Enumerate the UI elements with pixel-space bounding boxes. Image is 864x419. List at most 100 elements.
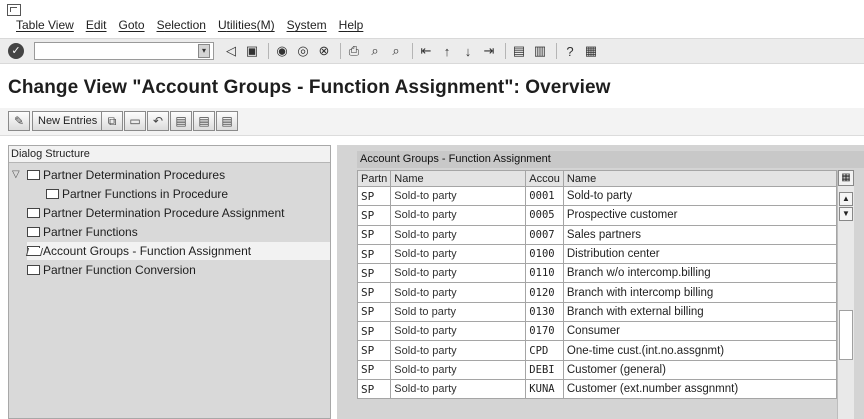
account-group-cell[interactable]: 0130 <box>525 301 564 323</box>
tree-item-partner-functions[interactable]: Partner Functions <box>27 223 138 241</box>
tree-item-account-groups-function-assignment[interactable]: Account Groups - Function Assignment <box>27 242 330 260</box>
table-row[interactable]: SP Sold-to party 0007 Sales partners <box>356 224 838 245</box>
deselect-all-icon[interactable]: ▤ <box>216 111 238 131</box>
account-group-name-cell: Customer (ext.number assgnmnt) <box>562 378 838 400</box>
table-row[interactable]: SP Sold-to party 0120 Branch with interc… <box>356 282 838 303</box>
save-icon[interactable]: ▣ <box>243 42 261 60</box>
table-row[interactable]: SP Sold-to party 0100 Distribution cente… <box>356 243 838 265</box>
account-group-cell[interactable]: 0110 <box>525 263 564 284</box>
enter-icon[interactable]: ✓ <box>8 43 24 59</box>
cancel-icon[interactable]: ⊗ <box>315 42 333 60</box>
find-next-icon[interactable]: ⌕ <box>387 42 405 60</box>
account-group-cell[interactable]: 0170 <box>525 321 564 342</box>
partner-name-cell: Sold-to party <box>390 243 527 265</box>
help-icon[interactable]: ? <box>561 42 579 60</box>
menu-goto[interactable]: Goto <box>119 18 145 32</box>
system-menu-icon[interactable] <box>7 4 21 16</box>
table-row[interactable]: SP Sold-to party 0005 Prospective custom… <box>356 205 838 226</box>
expand-icon[interactable]: ▽ <box>12 166 24 184</box>
tree-item-partner-function-conversion[interactable]: Partner Function Conversion <box>27 261 196 279</box>
last-page-icon[interactable]: ⇥ <box>480 42 498 60</box>
column-header-accou[interactable]: Accou <box>525 170 564 187</box>
next-page-icon[interactable]: ↓ <box>459 42 477 60</box>
dialog-structure-header: Dialog Structure <box>9 146 330 163</box>
back-arrow-icon[interactable]: ◁ <box>222 42 240 60</box>
new-entries-button[interactable]: New Entries <box>32 111 104 131</box>
table-row[interactable]: SP Sold-to party DEBI Customer (general) <box>356 359 838 380</box>
tree-item-partner-functions-in-procedure[interactable]: Partner Functions in Procedure <box>46 185 228 203</box>
account-group-cell[interactable]: KUNA <box>525 378 564 400</box>
table-row[interactable]: SP Sold-to party 0110 Branch w/o interco… <box>356 263 838 284</box>
delete-icon[interactable]: ▭ <box>124 111 146 131</box>
account-group-cell[interactable]: 0001 <box>525 185 564 207</box>
scroll-up-icon[interactable]: ▲ <box>839 192 853 206</box>
undo-change-icon[interactable]: ↶ <box>147 111 169 131</box>
partner-function-cell[interactable]: SP <box>356 301 392 323</box>
scrollbar-thumb[interactable] <box>839 310 853 360</box>
account-group-name-cell: Prospective customer <box>562 205 838 226</box>
display-change-icon[interactable]: ✎ <box>8 111 30 131</box>
column-header-name[interactable]: Name <box>390 170 527 187</box>
column-header-partn[interactable]: Partn <box>356 170 392 187</box>
scroll-down-icon[interactable]: ▼ <box>839 207 853 221</box>
tree-item-label: Partner Determination Procedure Assignme… <box>43 206 285 220</box>
menu-table-view[interactable]: Table View <box>16 18 74 32</box>
copy-as-icon[interactable]: ⧉ <box>101 111 123 131</box>
partner-function-cell[interactable]: SP <box>356 185 392 207</box>
back-icon[interactable]: ◉ <box>273 42 291 60</box>
command-field[interactable] <box>34 42 214 60</box>
account-group-cell[interactable]: 0005 <box>525 205 564 226</box>
menu-system[interactable]: System <box>287 18 327 32</box>
account-group-name-cell: Consumer <box>562 321 838 342</box>
tree-item-partner-determination-procedures[interactable]: ▽ Partner Determination Procedures <box>12 166 225 184</box>
select-block-icon[interactable]: ▤ <box>193 111 215 131</box>
partner-name-cell: Sold-to party <box>390 378 527 400</box>
partner-function-cell[interactable]: SP <box>356 263 392 284</box>
account-group-cell[interactable]: DEBI <box>525 359 564 380</box>
account-group-cell[interactable]: 0120 <box>525 282 564 303</box>
folder-icon <box>27 170 40 180</box>
toolbar-separator <box>556 43 557 59</box>
partner-function-cell[interactable]: SP <box>356 224 392 245</box>
shortcut-icon[interactable]: ▥ <box>531 42 549 60</box>
partner-function-cell[interactable]: SP <box>356 205 392 226</box>
vertical-scrollbar[interactable]: ▦ ▲ ▼ <box>837 170 854 419</box>
layout-icon[interactable]: ▦ <box>582 42 600 60</box>
table-settings-icon[interactable]: ▦ <box>838 170 854 186</box>
partner-function-cell[interactable]: SP <box>356 378 392 400</box>
partner-function-cell[interactable]: SP <box>356 321 392 342</box>
account-group-cell[interactable]: 0100 <box>525 243 564 265</box>
table-row[interactable]: SP Sold-to party KUNA Customer (ext.numb… <box>356 378 838 400</box>
command-history-icon[interactable]: ▾ <box>198 44 210 58</box>
account-group-cell[interactable]: 0007 <box>525 224 564 245</box>
menu-bar: Table View Edit Goto Selection Utilities… <box>0 0 864 36</box>
prev-page-icon[interactable]: ↑ <box>438 42 456 60</box>
table-row[interactable]: SP Sold-to party CPD One-time cust.(int.… <box>356 340 838 361</box>
select-all-icon[interactable]: ▤ <box>170 111 192 131</box>
menu-edit[interactable]: Edit <box>86 18 107 32</box>
first-page-icon[interactable]: ⇤ <box>417 42 435 60</box>
standard-toolbar: ✓ ▾ ◁ ▣ ◉ ◎ ⊗ ⎙ ⌕ ⌕ ⇤ ↑ ↓ ⇥ ▤ ▥ ? ▦ <box>0 38 864 64</box>
account-group-name-cell: Distribution center <box>562 243 838 265</box>
table-row[interactable]: SP Sold-to party 0001 Sold-to party <box>356 185 838 207</box>
table-row[interactable]: SP Sold-to party 0170 Consumer <box>356 321 838 342</box>
new-session-icon[interactable]: ▤ <box>510 42 528 60</box>
partner-function-cell[interactable]: SP <box>356 243 392 265</box>
find-icon[interactable]: ⌕ <box>366 42 384 60</box>
exit-icon[interactable]: ◎ <box>294 42 312 60</box>
menu-selection[interactable]: Selection <box>157 18 206 32</box>
partner-function-cell[interactable]: SP <box>356 359 392 380</box>
partner-function-cell[interactable]: SP <box>356 282 392 303</box>
tree-item-procedure-assignment[interactable]: Partner Determination Procedure Assignme… <box>27 204 284 222</box>
partner-name-cell: Sold-to party <box>390 321 527 342</box>
account-group-cell[interactable]: CPD <box>525 340 564 361</box>
partner-function-cell[interactable]: SP <box>356 340 392 361</box>
tree-item-label: Partner Determination Procedures <box>43 168 226 182</box>
column-header-name[interactable]: Name <box>562 170 838 187</box>
menu-help[interactable]: Help <box>339 18 364 32</box>
print-icon[interactable]: ⎙ <box>345 42 363 60</box>
menu-utilities[interactable]: Utilities(M) <box>218 18 275 32</box>
partner-name-cell: Sold-to party <box>390 340 527 361</box>
application-toolbar: ✎ New Entries ⧉ ▭ ↶ ▤ ▤ ▤ <box>0 108 864 136</box>
table-row[interactable]: SP Sold to party 0130 Branch with extern… <box>356 301 838 323</box>
